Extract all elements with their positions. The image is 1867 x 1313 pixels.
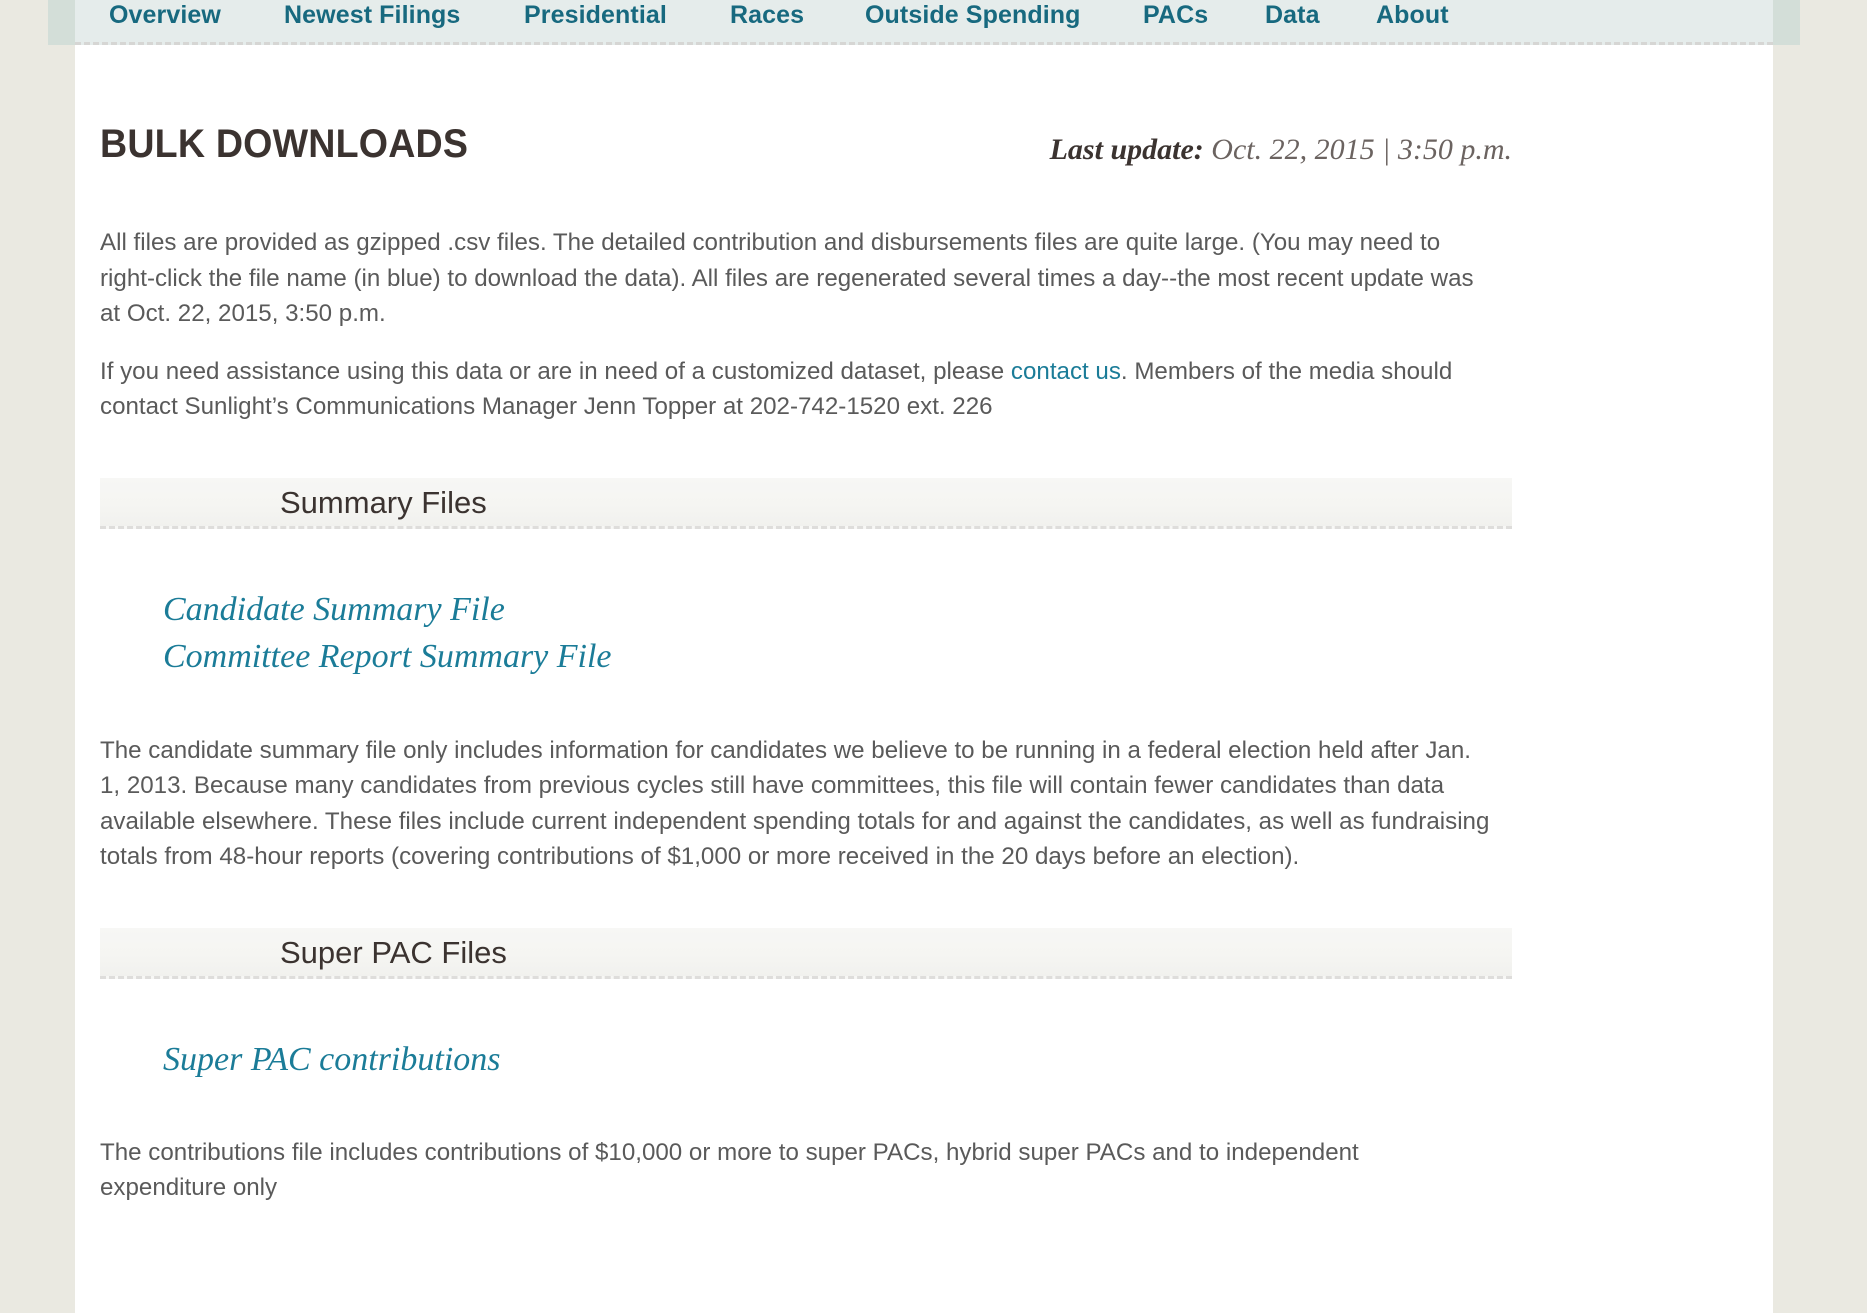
list-item: Candidate Summary File — [100, 586, 1512, 633]
file-list-super-pac-files: Super PAC contributions — [100, 1036, 1512, 1083]
section-heading-label: Summary Files — [280, 484, 487, 520]
section-header-super-pac-files: Super PAC Files — [100, 927, 1512, 979]
section-description-summary-files: The candidate summary file only includes… — [100, 736, 1490, 871]
content-panel: BULK DOWNLOADS Last update: Oct. 22, 201… — [75, 45, 1773, 1313]
page-root: Overview Newest Filings Presidential Races O… — [0, 0, 1867, 1313]
file-link-super-pac-contributions[interactable]: Super PAC contributions — [100, 1036, 501, 1083]
nav-outside-spending[interactable]: Outside Spending — [865, 3, 1081, 28]
last-update-label: Last update: — [1049, 133, 1204, 166]
nav-presidential[interactable]: Presidential — [524, 3, 667, 28]
list-item: Committee Report Summary File — [100, 633, 1512, 680]
nav-band-shoulders: Overview Newest Filings Presidential Races O… — [48, 0, 1800, 45]
intro-paragraph-1: All files are provided as gzipped .csv f… — [100, 229, 1474, 327]
contact-us-link[interactable]: contact us — [1011, 358, 1121, 385]
nav-bar: Overview Newest Filings Presidential Races O… — [75, 0, 1773, 45]
section-heading-label: Super PAC Files — [280, 934, 507, 970]
primary-navigation: Overview Newest Filings Presidential Races O… — [75, 0, 1773, 42]
file-link-candidate-summary-file[interactable]: Candidate Summary File — [100, 586, 505, 633]
section-header-summary-files: Summary Files — [100, 477, 1512, 529]
nav-newest-filings[interactable]: Newest Filings — [284, 3, 460, 28]
nav-pacs[interactable]: PACs — [1143, 3, 1208, 28]
intro-paragraph-2-text-before: If you need assistance using this data o… — [100, 357, 1011, 385]
page-header-row: BULK DOWNLOADS Last update: Oct. 22, 201… — [100, 122, 1512, 194]
file-list-summary-files: Candidate Summary File Committee Report … — [100, 586, 1512, 680]
nav-overview[interactable]: Overview — [109, 3, 221, 28]
nav-data[interactable]: Data — [1265, 3, 1320, 28]
nav-about[interactable]: About — [1376, 3, 1449, 28]
last-update-stamp: Last update: Oct. 22, 2015 | 3:50 p.m. — [1050, 133, 1512, 167]
list-item: Super PAC contributions — [100, 1036, 1512, 1083]
nav-races[interactable]: Races — [730, 3, 804, 28]
page-title: BULK DOWNLOADS — [100, 122, 469, 166]
section-description-super-pac-files: The contributions file includes contribu… — [100, 1138, 1359, 1202]
last-update-value: Oct. 22, 2015 | 3:50 p.m. — [1203, 133, 1512, 166]
intro-paragraph-2: If you need assistance using this data o… — [100, 354, 1491, 425]
content-inner: BULK DOWNLOADS Last update: Oct. 22, 201… — [100, 45, 1512, 1206]
file-link-committee-report-summary-file[interactable]: Committee Report Summary File — [100, 633, 612, 680]
